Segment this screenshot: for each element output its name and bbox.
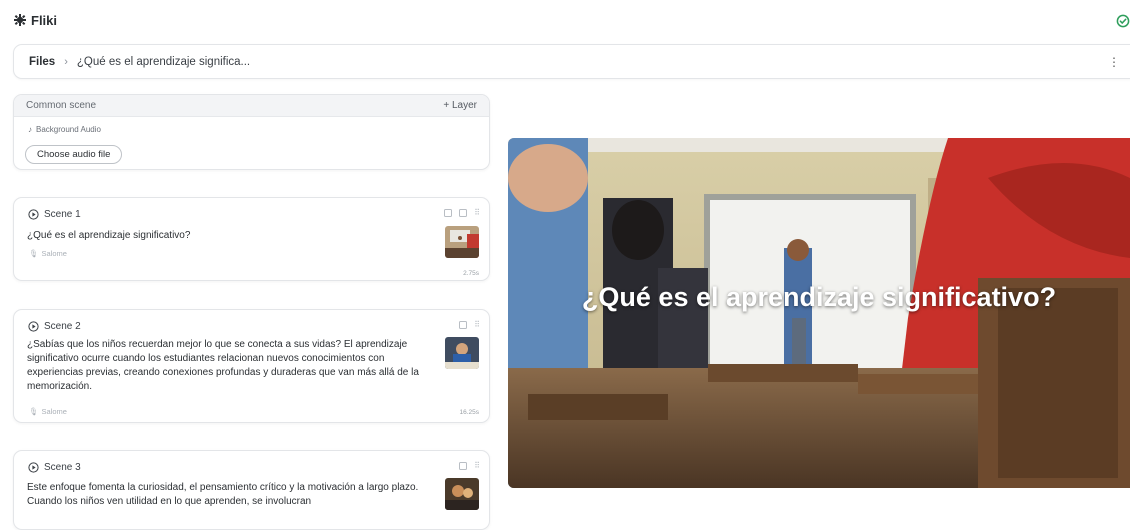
scene-duration: 2.75s — [463, 270, 479, 277]
scene-card-3[interactable]: Scene 3 ⠿ Este enfoque fomenta la curios… — [13, 450, 490, 530]
scene-voice[interactable]: 🎙 Salome — [29, 407, 67, 416]
scene-thumbnail[interactable] — [445, 478, 479, 510]
scene-card-2[interactable]: Scene 2 ⠿ ¿Sabías que los niños recuerda… — [13, 309, 490, 423]
media-toggle-icon[interactable] — [459, 208, 468, 217]
subtitle-toggle-icon[interactable] — [444, 208, 453, 217]
scene-label: Scene 3 — [44, 462, 81, 473]
scene-tools: ⠿ — [444, 208, 480, 217]
scene-text[interactable]: ¿Qué es el aprendizaje significativo? — [27, 229, 427, 243]
scene-text[interactable]: Este enfoque fomenta la curiosidad, el p… — [27, 481, 427, 509]
music-note-icon: ♪ — [28, 125, 32, 134]
play-circle-icon[interactable] — [28, 209, 39, 220]
play-circle-icon[interactable] — [28, 321, 39, 332]
scene-card-1[interactable]: Scene 1 ⠿ ¿Qué es el aprendizaje signifi… — [13, 197, 490, 281]
preview-caption: ¿Qué es el aprendizaje significativo? — [581, 282, 1057, 312]
scene-text[interactable]: ¿Sabías que los niños recuerdan mejor lo… — [27, 338, 427, 394]
add-layer-button[interactable]: + Layer — [443, 100, 477, 111]
brand[interactable]: Fliki — [14, 13, 57, 28]
scene-tools: ⠿ — [459, 461, 480, 470]
app-name: Fliki — [31, 12, 58, 28]
background-audio-label: ♪ Background Audio — [28, 125, 101, 134]
drag-handle-icon[interactable]: ⠿ — [474, 320, 480, 329]
breadcrumb-files-link[interactable]: Files — [29, 56, 55, 68]
drag-handle-icon[interactable]: ⠿ — [474, 208, 480, 217]
breadcrumb-separator: › — [64, 55, 68, 68]
drag-handle-icon[interactable]: ⠿ — [474, 461, 480, 470]
scene-header: Scene 3 — [28, 462, 81, 473]
scene-preview[interactable]: ¿Qué es el aprendizaje significativo? — [508, 138, 1130, 488]
scene-label: Scene 2 — [44, 321, 81, 332]
common-scene-header: Common scene + Layer — [14, 95, 489, 117]
microphone-icon: 🎙 — [29, 407, 39, 416]
scene-duration: 16.25s — [459, 409, 479, 416]
common-scene-card: Common scene + Layer ♪ Background Audio … — [13, 94, 490, 170]
common-scene-title: Common scene — [26, 100, 97, 111]
breadcrumb-current-file[interactable]: ¿Qué es el aprendizaje significa... — [77, 56, 250, 68]
scene-thumbnail[interactable] — [445, 226, 479, 258]
scene-header: Scene 2 — [28, 321, 81, 332]
fliki-logo-icon — [14, 14, 26, 26]
breadcrumb: Files › ¿Qué es el aprendizaje significa… — [13, 44, 1130, 79]
play-circle-icon[interactable] — [28, 462, 39, 473]
top-bar: Fliki — [0, 0, 1130, 40]
more-options-icon[interactable]: ⋮ — [1108, 55, 1120, 69]
scene-tools: ⠿ — [459, 320, 480, 329]
scene-voice[interactable]: 🎙 Salome — [29, 249, 67, 258]
scene-thumbnail[interactable] — [445, 337, 479, 369]
microphone-icon: 🎙 — [29, 249, 39, 258]
scene-header: Scene 1 — [28, 209, 81, 220]
scene-label: Scene 1 — [44, 209, 81, 220]
saved-check-icon[interactable] — [1116, 14, 1130, 28]
subtitle-toggle-icon[interactable] — [459, 461, 468, 470]
subtitle-toggle-icon[interactable] — [459, 320, 468, 329]
choose-audio-file-button[interactable]: Choose audio file — [25, 145, 123, 164]
